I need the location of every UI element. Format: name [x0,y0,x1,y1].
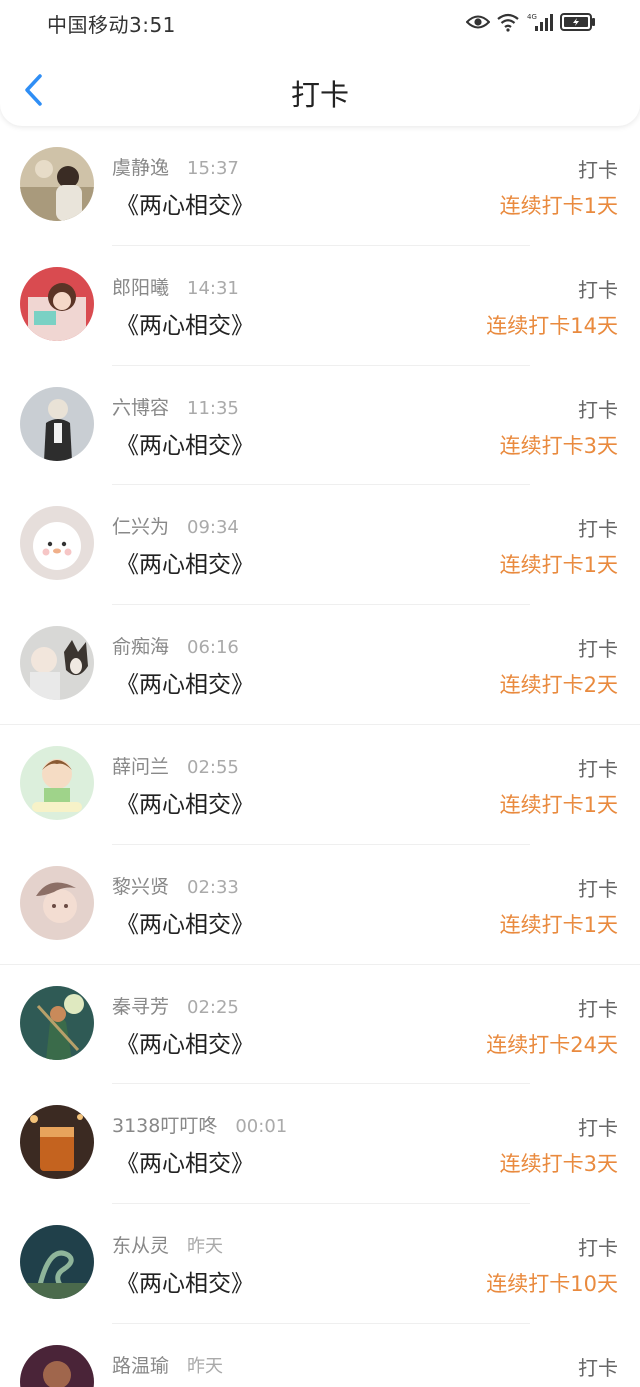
book-title[interactable]: 《两心相交》 [116,426,254,460]
checkin-time: 09:34 [187,517,239,539]
user-line: 俞痴海 06:16 [112,632,239,659]
list-item[interactable]: 虞静逸 15:37 《两心相交》 打卡 连续打卡1天 [0,126,640,246]
user-line: 黎兴贤 02:33 [112,872,239,899]
checkin-time: 02:55 [187,756,239,778]
list-item[interactable]: 黎兴贤 02:33 《两心相交》 打卡 连续打卡1天 [0,845,640,965]
avatar[interactable] [20,745,94,820]
list-item[interactable]: 路温瑜 昨天 打卡 [0,1324,640,1387]
user-line: 东从灵 昨天 [112,1231,223,1258]
user-name[interactable]: 仁兴为 [112,516,169,538]
list-item[interactable]: 郎阳曦 14:31 《两心相交》 打卡 连续打卡14天 [0,246,640,366]
user-line: 薛问兰 02:55 [112,752,239,779]
list-item[interactable]: 俞痴海 06:16 《两心相交》 打卡 连续打卡2天 [0,605,640,725]
streak-label: 连续打卡1天 [499,194,618,218]
book-title[interactable]: 《两心相交》 [116,1264,254,1298]
user-name[interactable]: 俞痴海 [112,636,169,658]
action-label: 打卡 [578,397,618,422]
streak-label: 连续打卡3天 [499,433,618,458]
streak-label: 连续打卡24天 [486,1032,618,1057]
user-line: 路温瑜 昨天 [112,1351,223,1378]
avatar[interactable] [20,985,94,1060]
list-item[interactable]: 仁兴为 09:34 《两心相交》 打卡 连续打卡1天 [0,485,640,606]
checkin-time: 11:35 [187,397,239,419]
user-line: 秦寻芳 02:25 [112,992,239,1019]
user-name[interactable]: 秦寻芳 [112,996,169,1018]
wifi-icon [497,13,519,32]
user-name[interactable]: 薛问兰 [112,756,169,778]
list-item[interactable]: 东从灵 昨天 《两心相交》 打卡 连续打卡10天 [0,1204,640,1324]
streak-label: 连续打卡1天 [499,792,618,817]
network-type: 4G [527,13,537,21]
user-name[interactable]: 路温瑜 [112,1355,169,1377]
action-label: 打卡 [578,158,618,182]
checkin-time: 昨天 [187,1355,224,1377]
checkin-time: 06:16 [187,637,239,659]
user-name[interactable]: 黎兴贤 [112,876,169,898]
checkin-time: 02:33 [187,876,239,898]
action-label: 打卡 [578,1236,618,1261]
nav-bar: 打卡 [0,60,640,122]
streak-label: 连续打卡14天 [486,313,618,338]
action-label: 打卡 [578,517,618,542]
user-line: 虞静逸 15:37 [112,153,239,180]
avatar[interactable] [20,626,94,701]
list-item[interactable]: 六博容 11:35 《两心相交》 打卡 连续打卡3天 [0,366,640,486]
checkin-time: 15:37 [187,158,239,179]
action-label: 打卡 [578,277,618,302]
action-label: 打卡 [578,637,618,662]
list-item[interactable]: 3138叮叮咚 00:01 《两心相交》 打卡 连续打卡3天 [0,1084,640,1205]
user-name[interactable]: 郎阳曦 [112,277,169,299]
list-item[interactable]: 秦寻芳 02:25 《两心相交》 打卡 连续打卡24天 [0,965,640,1085]
cell-signal-icon: 4G [527,13,553,31]
avatar[interactable] [20,1225,94,1300]
action-label: 打卡 [578,1116,618,1141]
book-title[interactable]: 《两心相交》 [116,545,254,579]
user-line: 仁兴为 09:34 [112,512,239,539]
battery-icon [560,13,595,31]
status-bar: 中国移动3:51 4G [0,0,640,46]
avatar[interactable] [20,147,94,221]
eye-icon [466,15,490,29]
checkin-list: 虞静逸 15:37 《两心相交》 打卡 连续打卡1天 郎阳曦 14:31 《两心相交… [0,126,640,1387]
checkin-time: 昨天 [187,1236,224,1258]
streak-label: 连续打卡1天 [499,553,618,578]
streak-label: 连续打卡3天 [499,1152,618,1177]
action-label: 打卡 [578,1355,618,1380]
avatar[interactable] [20,865,94,940]
streak-label: 连续打卡1天 [499,912,618,937]
streak-label: 连续打卡10天 [486,1272,618,1297]
status-icons: 4G [466,12,596,32]
user-line: 3138叮叮咚 00:01 [112,1111,287,1138]
book-title[interactable]: 《两心相交》 [116,665,254,699]
carrier-time: 中国移动3:51 [47,13,176,37]
app-header: 中国移动3:51 4G 打卡 [0,0,640,126]
user-name[interactable]: 3138叮叮咚 [112,1115,217,1137]
checkin-time: 14:31 [187,277,239,299]
action-label: 打卡 [578,876,618,901]
book-title[interactable]: 《两心相交》 [116,1025,254,1059]
user-name[interactable]: 东从灵 [112,1235,169,1257]
book-title[interactable]: 《两心相交》 [116,905,254,939]
avatar[interactable] [20,506,94,581]
checkin-time: 02:25 [187,996,239,1018]
action-label: 打卡 [578,996,618,1021]
page-title: 打卡 [290,78,349,112]
user-name[interactable]: 虞静逸 [112,157,169,179]
avatar[interactable] [20,266,94,341]
user-line: 六博容 11:35 [112,393,239,420]
book-title[interactable]: 《两心相交》 [116,306,254,340]
streak-label: 连续打卡2天 [499,673,618,698]
book-title[interactable]: 《两心相交》 [116,186,254,220]
avatar[interactable] [20,386,94,461]
user-line: 郎阳曦 14:31 [112,273,239,300]
book-title[interactable]: 《两心相交》 [116,785,254,819]
list-item[interactable]: 薛问兰 02:55 《两心相交》 打卡 连续打卡1天 [0,725,640,845]
checkin-time: 00:01 [235,1116,288,1138]
user-name[interactable]: 六博容 [112,397,169,419]
avatar[interactable] [20,1105,94,1180]
avatar[interactable] [20,1344,94,1387]
book-title[interactable]: 《两心相交》 [116,1144,254,1178]
action-label: 打卡 [578,756,618,781]
